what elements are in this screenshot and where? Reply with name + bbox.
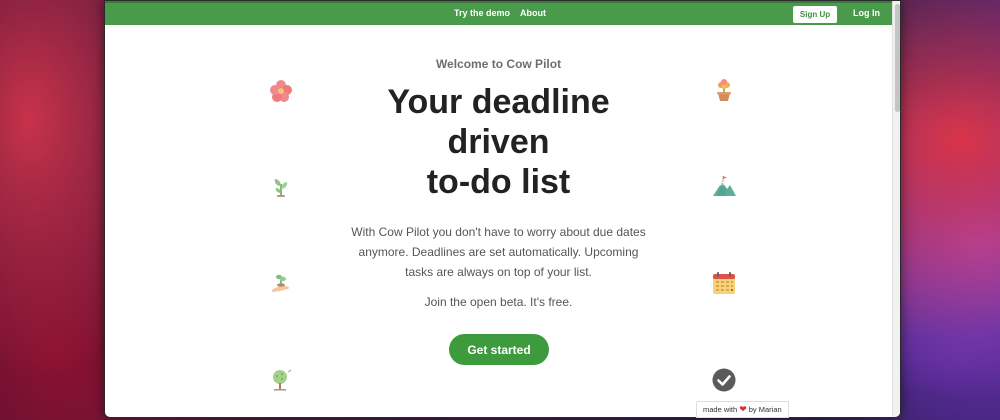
page-title: Your deadline driven to-do list <box>105 82 892 202</box>
headline-line: Your deadline <box>387 83 610 121</box>
badge-prefix: made with <box>703 405 738 414</box>
mountain-icon <box>711 174 737 200</box>
hand-plant-icon <box>268 270 294 296</box>
log-in-link[interactable]: Log In <box>853 8 880 18</box>
landing-content: Welcome to Cow Pilot Your deadline drive… <box>105 25 892 417</box>
get-started-button[interactable]: Get started <box>449 334 549 365</box>
description-line: tasks are always on top of your list. <box>405 265 592 279</box>
description-line: With Cow Pilot you don't have to worry a… <box>351 225 646 239</box>
flower-icon <box>268 78 294 104</box>
checkmark-icon <box>711 367 737 393</box>
browser-window: Try the demo About Sign Up Log In Welcom… <box>104 0 901 418</box>
headline-line: to-do list <box>426 163 571 201</box>
sign-up-button[interactable]: Sign Up <box>793 6 837 23</box>
welcome-subtitle: Welcome to Cow Pilot <box>435 57 562 71</box>
headline-line: driven <box>447 123 550 161</box>
beta-text: Join the open beta. It's free. <box>424 295 573 309</box>
scrollbar-thumb[interactable] <box>895 4 900 112</box>
description-line: anymore. Deadlines are set automatically… <box>358 245 639 259</box>
potted-flower-icon <box>711 78 737 104</box>
made-with-love-badge[interactable]: made with ❤ by Marian <box>696 401 789 418</box>
tree-icon <box>268 367 294 393</box>
nav-about-link[interactable]: About <box>520 8 546 18</box>
vertical-scrollbar[interactable] <box>892 1 900 417</box>
badge-suffix: by Marian <box>748 405 782 414</box>
hero-description: With Cow Pilot you don't have to worry a… <box>105 222 892 282</box>
heart-icon: ❤ <box>739 404 747 414</box>
sprout-icon <box>268 174 294 200</box>
top-navbar: Try the demo About Sign Up Log In <box>105 1 892 25</box>
calendar-icon <box>711 270 737 296</box>
nav-try-demo-link[interactable]: Try the demo <box>454 8 510 18</box>
